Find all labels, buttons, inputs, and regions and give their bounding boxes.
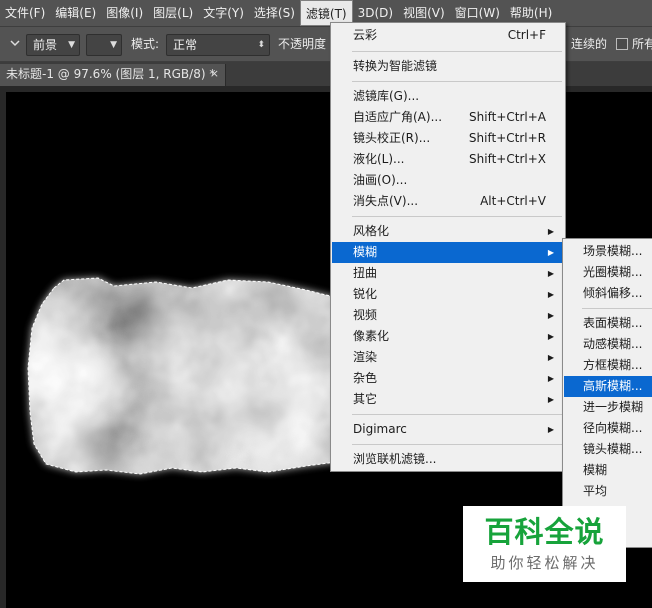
- menu-separator: [582, 308, 652, 309]
- submenu-item-radial-blur[interactable]: 径向模糊...: [564, 418, 652, 439]
- submenu-item-iris-blur[interactable]: 光圈模糊...: [564, 262, 652, 283]
- menu-item-blur[interactable]: 模糊 ▶: [332, 242, 564, 263]
- menu-separator: [352, 444, 562, 445]
- menu-separator: [352, 414, 562, 415]
- contiguous-label: 连续的: [571, 37, 608, 51]
- menu-separator: [352, 216, 562, 217]
- chevron-right-icon: ▶: [547, 290, 554, 299]
- menu-item-liquify[interactable]: 液化(L)... Shift+Ctrl+X: [332, 149, 564, 170]
- menu-item-browse-online-filters[interactable]: 浏览联机滤镜...: [332, 449, 564, 470]
- chevron-right-icon: ▶: [547, 311, 554, 320]
- document-tab[interactable]: 未标题-1 @ 97.6% (图层 1, RGB/8) * ×: [0, 64, 226, 86]
- opacity-label: 不透明度: [278, 37, 327, 51]
- menu-item-clouds[interactable]: 云彩 Ctrl+F: [332, 25, 564, 46]
- menu-select[interactable]: 选择(S): [249, 0, 300, 26]
- submenu-item-blur-more[interactable]: 进一步模糊: [564, 397, 652, 418]
- chevron-right-icon: ▶: [547, 395, 554, 404]
- menu-item-filter-gallery[interactable]: 滤镜库(G)...: [332, 86, 564, 107]
- pattern-picker[interactable]: ▼: [86, 34, 122, 56]
- submenu-item-tilt-shift[interactable]: 倾斜偏移...: [564, 283, 652, 304]
- menu-item-other[interactable]: 其它 ▶: [332, 389, 564, 410]
- menu-layer[interactable]: 图层(L): [148, 0, 198, 26]
- filter-menu-dropdown: 云彩 Ctrl+F 转换为智能滤镜 滤镜库(G)... 自适应广角(A)... Sh…: [330, 22, 566, 472]
- menu-item-oil-paint[interactable]: 油画(O)...: [332, 170, 564, 191]
- submenu-item-surface-blur[interactable]: 表面模糊...: [564, 313, 652, 334]
- fill-source-select[interactable]: 前景 ▼: [26, 34, 80, 56]
- watermark-logo: 百科全说 助你轻松解决: [463, 506, 626, 582]
- blend-mode-value: 正常: [173, 38, 198, 52]
- menu-item-video[interactable]: 视频 ▶: [332, 305, 564, 326]
- menu-separator: [352, 51, 562, 52]
- menu-type[interactable]: 文字(Y): [198, 0, 249, 26]
- menu-item-digimarc[interactable]: Digimarc ▶: [332, 419, 564, 440]
- chevron-right-icon: ▶: [547, 269, 554, 278]
- chevron-right-icon: ▶: [547, 425, 554, 434]
- chevron-updown-icon: ⬍: [257, 40, 265, 50]
- submenu-item-gaussian-blur[interactable]: 高斯模糊...: [564, 376, 652, 397]
- tool-preset-icon[interactable]: [8, 34, 22, 56]
- close-icon[interactable]: ×: [210, 64, 219, 84]
- menu-item-lens-correction[interactable]: 镜头校正(R)... Shift+Ctrl+R: [332, 128, 564, 149]
- submenu-item-field-blur[interactable]: 场景模糊...: [564, 241, 652, 262]
- chevron-right-icon: ▶: [547, 227, 554, 236]
- submenu-item-lens-blur[interactable]: 镜头模糊...: [564, 439, 652, 460]
- blur-submenu: 场景模糊... 光圈模糊... 倾斜偏移... 表面模糊... 动感模糊... …: [562, 238, 652, 548]
- submenu-item-box-blur[interactable]: 方框模糊...: [564, 355, 652, 376]
- chevron-right-icon: ▶: [547, 248, 554, 257]
- submenu-item-average[interactable]: 平均: [564, 481, 652, 502]
- blend-mode-select[interactable]: 正常 ⬍: [166, 34, 270, 56]
- watermark-title: 百科全说: [484, 515, 605, 549]
- menu-item-render[interactable]: 渲染 ▶: [332, 347, 564, 368]
- menu-item-adaptive-wide-angle[interactable]: 自适应广角(A)... Shift+Ctrl+A: [332, 107, 564, 128]
- chevron-right-icon: ▶: [547, 353, 554, 362]
- menu-item-sharpen[interactable]: 锐化 ▶: [332, 284, 564, 305]
- watermark-subtitle: 助你轻松解决: [490, 554, 599, 572]
- menu-separator: [352, 81, 562, 82]
- mode-label: 模式:: [131, 37, 160, 51]
- document-tab-title: 未标题-1 @ 97.6% (图层 1, RGB/8) *: [6, 67, 216, 81]
- menu-edit[interactable]: 编辑(E): [50, 0, 101, 26]
- chevron-down-icon: ▼: [68, 40, 75, 50]
- menu-item-pixelate[interactable]: 像素化 ▶: [332, 326, 564, 347]
- menu-file[interactable]: 文件(F): [0, 0, 50, 26]
- submenu-item-blur[interactable]: 模糊: [564, 460, 652, 481]
- fill-source-value: 前景: [33, 38, 58, 52]
- menu-item-noise[interactable]: 杂色 ▶: [332, 368, 564, 389]
- chevron-right-icon: ▶: [547, 332, 554, 341]
- menu-image[interactable]: 图像(I): [101, 0, 148, 26]
- menu-item-distort[interactable]: 扭曲 ▶: [332, 263, 564, 284]
- checkbox-icon: [616, 38, 628, 50]
- all-layers-label: 所有: [632, 37, 652, 51]
- chevron-right-icon: ▶: [547, 374, 554, 383]
- chevron-down-icon: ▼: [110, 40, 117, 50]
- menu-item-stylize[interactable]: 风格化 ▶: [332, 221, 564, 242]
- menu-item-vanishing-point[interactable]: 消失点(V)... Alt+Ctrl+V: [332, 191, 564, 212]
- submenu-item-motion-blur[interactable]: 动感模糊...: [564, 334, 652, 355]
- all-layers-checkbox[interactable]: 所有: [616, 34, 652, 56]
- menu-item-convert-smart-filter[interactable]: 转换为智能滤镜: [332, 56, 564, 77]
